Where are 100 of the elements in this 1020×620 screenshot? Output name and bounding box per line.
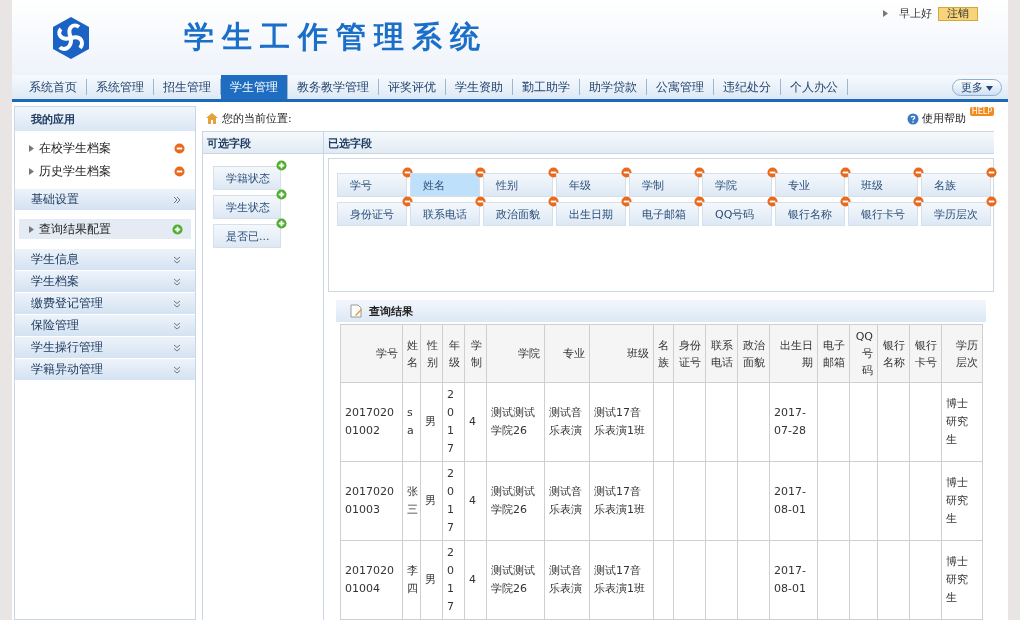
field-chip[interactable]: QQ号码: [702, 202, 772, 226]
field-chip[interactable]: 专业: [775, 173, 845, 197]
help-icon: [906, 112, 919, 125]
table-cell: 201702001002: [340, 382, 403, 462]
nav-tab[interactable]: 系统首页: [20, 79, 87, 95]
system-title: 学生工作管理系统: [184, 18, 488, 56]
table-cell: 测试音乐表演: [544, 540, 590, 620]
table-cell: 测试17音乐表演1班: [589, 461, 654, 541]
table-cell: 测试测试学院26: [486, 540, 545, 620]
table-cell: 2017-08-01: [769, 540, 818, 620]
table-cell: 张三: [402, 461, 421, 541]
table-cell: 博士研究生: [941, 461, 983, 541]
remove-icon[interactable]: [174, 143, 185, 154]
column-header: 年级: [442, 324, 465, 383]
add-icon[interactable]: [276, 218, 287, 229]
field-chip[interactable]: 学籍状态: [213, 166, 281, 190]
app-link[interactable]: 历史学生档案: [39, 163, 174, 180]
field-chip[interactable]: 出生日期: [556, 202, 626, 226]
column-header: 性别: [420, 324, 443, 383]
table-cell: 男: [420, 540, 443, 620]
help-badge: HELP: [969, 107, 994, 116]
add-icon[interactable]: [172, 223, 183, 235]
column-header: 政治面貌: [737, 324, 770, 383]
sidebar-section[interactable]: 基础设置: [15, 189, 195, 211]
table-cell: 2017: [442, 540, 465, 620]
field-chip[interactable]: 政治面貌: [483, 202, 553, 226]
table-cell: 测试17音乐表演1班: [589, 382, 654, 462]
chevron-down-icon[interactable]: [173, 299, 181, 308]
nav-tab[interactable]: 个人办公: [781, 79, 848, 95]
help-link[interactable]: 使用帮助: [906, 111, 966, 126]
chevron-down-icon[interactable]: [173, 277, 181, 286]
field-chip[interactable]: 学号: [337, 173, 407, 197]
field-chip[interactable]: 学生状态: [213, 195, 281, 219]
field-chip[interactable]: 名族: [921, 173, 991, 197]
nav-tab[interactable]: 教务教学管理: [288, 79, 379, 95]
panel-title: 已选字段: [324, 132, 994, 154]
table-cell: 2017-07-28: [769, 382, 818, 462]
chevron-down-icon[interactable]: [173, 343, 181, 352]
field-chip[interactable]: 银行名称: [775, 202, 845, 226]
sidebar-section[interactable]: 缴费登记管理: [15, 293, 195, 315]
column-header: 名族: [653, 324, 674, 383]
field-chip[interactable]: 学院: [702, 173, 772, 197]
column-header: 学制: [464, 324, 487, 383]
table-cell: 4: [464, 382, 487, 462]
table-cell: 博士研究生: [941, 540, 983, 620]
field-chip[interactable]: 年级: [556, 173, 626, 197]
field-chip[interactable]: 是否已...: [213, 224, 281, 248]
table-cell: 测试17音乐表演1班: [589, 540, 654, 620]
nav-tab[interactable]: 评奖评优: [379, 79, 446, 95]
field-chip[interactable]: 性别: [483, 173, 553, 197]
column-header: 电子邮箱: [817, 324, 850, 383]
sidebar-section[interactable]: 学生信息: [15, 249, 195, 271]
sidebar-section[interactable]: 学籍异动管理: [15, 359, 195, 381]
logout-button[interactable]: 注销: [938, 6, 978, 21]
table-cell: 4: [464, 540, 487, 620]
field-chip[interactable]: 电子邮箱: [629, 202, 699, 226]
column-header: 出生日期: [769, 324, 818, 383]
remove-icon[interactable]: [174, 166, 185, 177]
remove-icon[interactable]: [986, 196, 997, 207]
add-icon[interactable]: [276, 160, 287, 171]
field-chip[interactable]: 学历层次: [921, 202, 991, 226]
column-header: 专业: [544, 324, 590, 383]
field-chip[interactable]: 学制: [629, 173, 699, 197]
table-cell: 测试测试学院26: [486, 382, 545, 462]
field-chip[interactable]: 姓名: [410, 173, 480, 197]
field-chip[interactable]: 联系电话: [410, 202, 480, 226]
field-chip[interactable]: 身份证号: [337, 202, 407, 226]
field-chip[interactable]: 班级: [848, 173, 918, 197]
add-icon[interactable]: [276, 189, 287, 200]
chevron-down-icon[interactable]: [173, 321, 181, 330]
nav-tab[interactable]: 违纪处分: [714, 79, 781, 95]
nav-tab[interactable]: 系统管理: [87, 79, 154, 95]
nav-tab[interactable]: 勤工助学: [513, 79, 580, 95]
double-chevron-icon[interactable]: [173, 195, 181, 204]
column-header: 银行名称: [877, 324, 910, 383]
table-cell: 测试音乐表演: [544, 461, 590, 541]
sidebar-section[interactable]: 保险管理: [15, 315, 195, 337]
table-cell: 测试音乐表演: [544, 382, 590, 462]
triangle-icon: [29, 168, 34, 175]
column-header: 班级: [589, 324, 654, 383]
table-cell: 李四: [402, 540, 421, 620]
nav-tab[interactable]: 助学贷款: [580, 79, 647, 95]
nav-tab[interactable]: 学生资助: [446, 79, 513, 95]
more-button[interactable]: 更多: [951, 79, 1002, 96]
nav-tab[interactable]: 公寓管理: [647, 79, 714, 95]
column-header: 身份证号: [673, 324, 706, 383]
remove-icon[interactable]: [986, 167, 997, 178]
sidebar-section[interactable]: 学生操行管理: [15, 337, 195, 359]
nav-tab[interactable]: 学生管理: [221, 75, 288, 99]
chevron-down-icon[interactable]: [173, 255, 181, 264]
field-chip[interactable]: 银行卡号: [848, 202, 918, 226]
app-link[interactable]: 在校学生档案: [39, 140, 174, 157]
column-header: 学号: [340, 324, 403, 383]
table-cell: sa: [402, 382, 421, 462]
table-cell: 201702001003: [340, 461, 403, 541]
document-icon: [350, 304, 363, 319]
home-icon[interactable]: [206, 113, 218, 124]
sidebar-section[interactable]: 学生档案: [15, 271, 195, 293]
table-cell: 测试测试学院26: [486, 461, 545, 541]
chevron-down-icon[interactable]: [173, 365, 181, 374]
